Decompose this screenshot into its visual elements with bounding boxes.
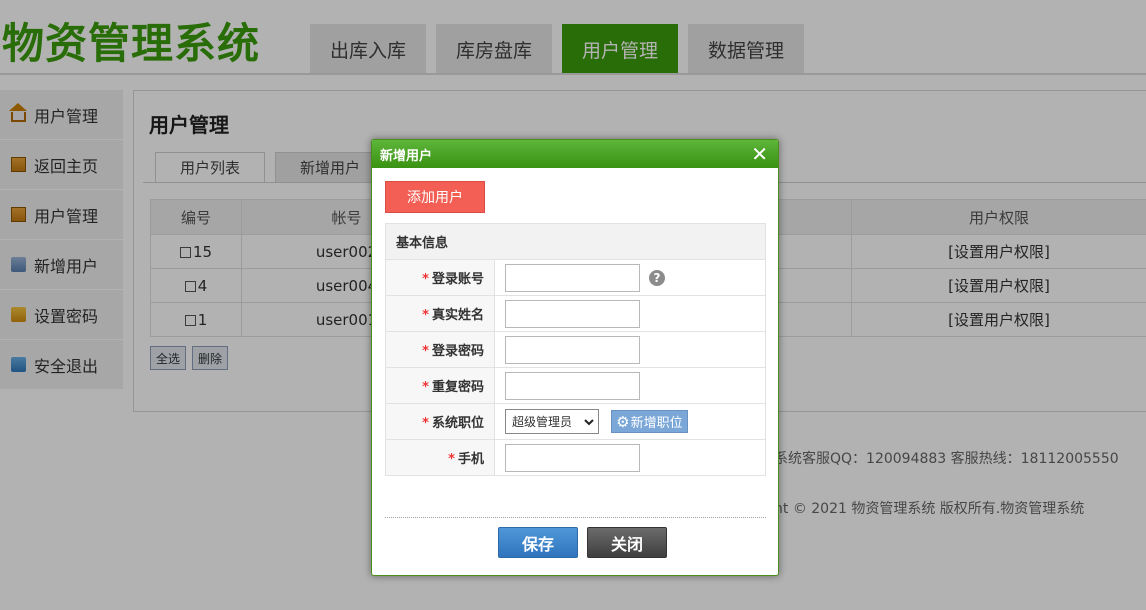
close-button[interactable]: 关闭 (587, 527, 667, 558)
chevron-down-icon (584, 418, 594, 425)
required-mark: * (422, 272, 429, 287)
required-mark: * (422, 344, 429, 359)
real-name-label: 真实姓名 (431, 308, 484, 323)
repeat-password-label: 重复密码 (431, 380, 484, 395)
gear-icon: ⚙ (616, 412, 630, 431)
login-account-label: 登录账号 (431, 272, 484, 287)
position-selected: 超级管理员 (512, 415, 573, 429)
dialog-divider (385, 517, 766, 518)
new-position-label: 新增职位 (630, 416, 683, 431)
save-button[interactable]: 保存 (498, 527, 578, 558)
repeat-password-input[interactable] (505, 371, 640, 400)
add-user-dialog: 新增用户 ✕ 添加用户 基本信息 * 登录账号 ? * 真实姓名 * 登录密码 * 重复… (371, 139, 779, 576)
phone-input[interactable] (505, 443, 640, 472)
password-input[interactable] (505, 335, 640, 364)
dialog-title: 新增用户 (380, 148, 433, 164)
section-title: 基本信息 (385, 223, 766, 260)
close-icon[interactable]: ✕ (751, 144, 768, 164)
help-icon[interactable]: ? (649, 269, 665, 286)
phone-label: 手机 (457, 452, 484, 467)
required-mark: * (422, 416, 429, 431)
required-mark: * (422, 380, 429, 395)
required-mark: * (448, 452, 455, 467)
required-mark: * (422, 308, 429, 323)
position-label: 系统职位 (431, 416, 484, 431)
position-select[interactable]: 超级管理员 (505, 409, 599, 434)
add-user-button[interactable]: 添加用户 (385, 181, 485, 213)
user-form: 基本信息 * 登录账号 ? * 真实姓名 * 登录密码 * 重复密码 * 系统职位 超级管… (385, 223, 766, 476)
new-position-button[interactable]: ⚙ 新增职位 (611, 410, 688, 433)
real-name-input[interactable] (505, 299, 640, 328)
password-label: 登录密码 (431, 344, 484, 359)
login-account-input[interactable] (505, 263, 640, 292)
dialog-title-bar: 新增用户 ✕ (372, 140, 778, 168)
